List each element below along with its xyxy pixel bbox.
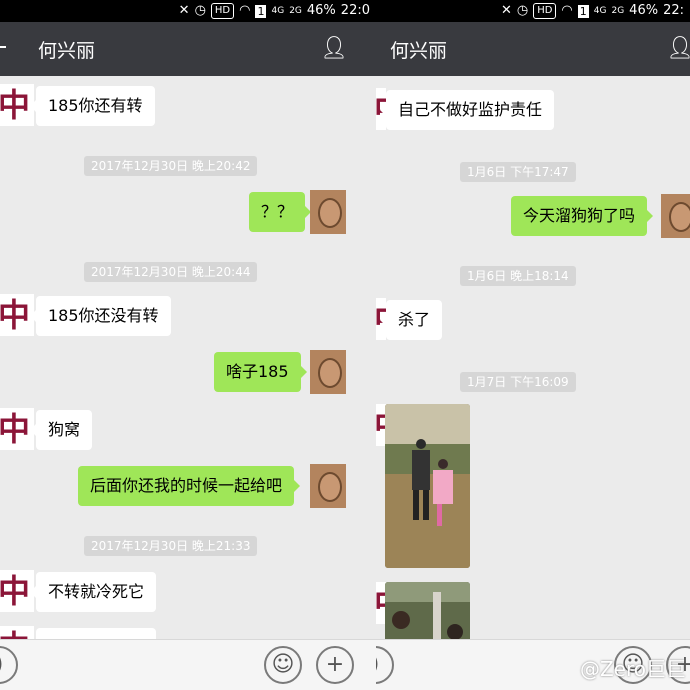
photo-image <box>385 582 470 642</box>
mute-icon: ✕ <box>500 3 512 18</box>
received-message[interactable]: 杀了 <box>379 300 443 340</box>
timestamp: 2017年12月30日 晚上20:42 <box>84 156 258 176</box>
network-type: 4G <box>271 6 285 16</box>
input-bar: ) ☺ + <box>0 639 376 690</box>
contact-info-icon[interactable]: 👤︎ <box>320 36 348 61</box>
sent-message[interactable]: 啥子185 <box>214 352 307 392</box>
status-bar: ✕ ◷ HD ◠ 1 4G 2G 46% 22: <box>376 0 690 22</box>
signal-type: 2G <box>289 6 302 16</box>
plus-icon[interactable]: + <box>316 646 354 684</box>
voice-icon[interactable]: ) <box>0 646 18 684</box>
received-message[interactable]: 不转就冷死它 <box>29 572 157 612</box>
timestamp: 2017年12月30日 晚上20:44 <box>84 262 258 282</box>
right-chat-screenshot: ✕ ◷ HD ◠ 1 4G 2G 46% 22: 何兴丽 👤︎ 中 自己不做好监… <box>376 0 690 690</box>
alarm-icon: ◷ <box>194 3 206 18</box>
received-message[interactable]: 185你还有转 <box>30 86 155 126</box>
chat-title-bar: 何兴丽 👤︎ <box>0 22 376 76</box>
status-bar: ✕ ◷ HD ◠ 1 4G 2G 46% 22:0 <box>0 0 376 22</box>
alarm-icon: ◷ <box>516 3 529 18</box>
logo-avatar-icon[interactable]: 中 <box>0 294 34 336</box>
battery-level: 46% <box>306 3 336 18</box>
received-message[interactable]: 185你还没有转 <box>30 296 171 336</box>
back-arrow-icon[interactable] <box>0 46 6 48</box>
logo-avatar-icon[interactable]: 中 <box>0 84 34 126</box>
sim-badge: 1 <box>255 4 267 18</box>
user-avatar[interactable] <box>310 350 346 394</box>
contact-name: 何兴丽 <box>390 40 448 62</box>
clock: 22:0 <box>340 3 370 18</box>
contact-info-icon[interactable]: 👤︎ <box>666 36 690 61</box>
contact-name: 何兴丽 <box>38 40 96 62</box>
timestamp: 1月7日 下午16:09 <box>460 372 576 392</box>
mute-icon: ✕ <box>178 3 190 18</box>
sim-badge: 1 <box>577 4 589 18</box>
battery-level: 46% <box>629 3 659 18</box>
hd-badge: HD <box>210 3 235 19</box>
logo-avatar-icon[interactable]: 中 <box>0 570 34 612</box>
watermark: @Zero巨巨 <box>579 657 686 681</box>
emoji-icon[interactable]: ☺ <box>264 646 302 684</box>
user-avatar[interactable] <box>661 194 690 238</box>
voice-icon[interactable]: ) <box>376 646 394 684</box>
timestamp: 1月6日 下午17:47 <box>460 162 576 182</box>
chat-title-bar: 何兴丽 👤︎ <box>376 22 690 76</box>
received-message[interactable]: 狗窝 <box>29 410 93 450</box>
logo-avatar-icon[interactable]: 中 <box>0 408 34 450</box>
clock: 22: <box>663 3 684 18</box>
network-type: 4G <box>593 6 607 16</box>
left-chat-screenshot: ✕ ◷ HD ◠ 1 4G 2G 46% 22:0 何兴丽 👤︎ 中 185你还… <box>0 0 376 690</box>
photo-image <box>385 404 470 568</box>
user-avatar[interactable] <box>310 464 346 508</box>
user-avatar[interactable] <box>310 190 346 234</box>
timestamp: 1月6日 晚上18:14 <box>460 266 576 286</box>
hd-badge: HD <box>533 3 557 19</box>
sent-message[interactable]: ？？ <box>249 192 312 232</box>
photo-message[interactable] <box>385 404 470 568</box>
signal-type: 2G <box>611 6 625 16</box>
photo-message[interactable] <box>385 582 470 642</box>
sent-message[interactable]: 后面你还我的时候一起给吧 <box>78 466 301 506</box>
wifi-icon: ◠ <box>239 3 251 18</box>
received-message[interactable]: 自己不做好监护责任 <box>379 90 555 130</box>
wifi-icon: ◠ <box>561 3 573 18</box>
sent-message[interactable]: 今天溜狗狗了吗 <box>511 196 654 236</box>
timestamp: 2017年12月30日 晚上21:33 <box>84 536 258 556</box>
